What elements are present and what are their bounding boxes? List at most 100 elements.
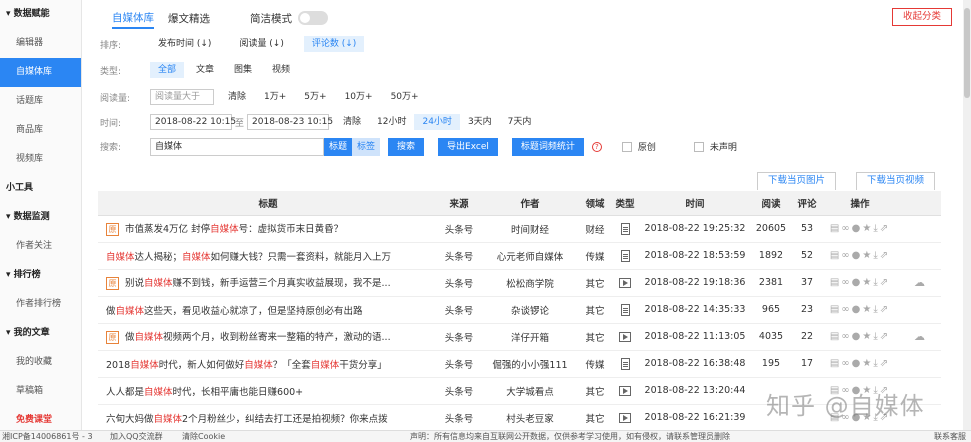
sort-option-1[interactable]: 阅读量 (↓): [231, 36, 291, 52]
type-option-3[interactable]: 视频: [264, 62, 298, 78]
cloud-download-icon[interactable]: [898, 215, 941, 243]
link-icon[interactable]: ∞: [841, 304, 851, 315]
star-icon[interactable]: ★: [862, 277, 873, 288]
author-cell[interactable]: 时间财经: [480, 215, 580, 243]
cloud-download-icon[interactable]: [898, 242, 941, 270]
settings-icon[interactable]: ●: [852, 277, 863, 288]
sidebar-item-4[interactable]: 商品库: [0, 116, 81, 145]
reads-option-1[interactable]: 1万+: [256, 89, 294, 105]
file-icon[interactable]: ▤: [830, 277, 841, 288]
time-end-input[interactable]: 2018-08-23 10:15: [247, 114, 333, 130]
author-cell[interactable]: 杂谈锣论: [480, 296, 580, 324]
link-icon[interactable]: ∞: [841, 277, 851, 288]
share-icon[interactable]: ⇗: [880, 223, 890, 234]
share-icon[interactable]: ⇗: [880, 331, 890, 342]
star-icon[interactable]: ★: [862, 331, 873, 342]
table-row[interactable]: 自媒体达人揭秘；自媒体如何赚大钱？只需一套资料，就能月入上万 头条号 心元老师自媒体…: [98, 242, 941, 270]
share-icon[interactable]: ⇗: [880, 358, 890, 369]
search-input[interactable]: 自媒体: [150, 137, 324, 156]
cloud-download-icon[interactable]: ☁: [898, 269, 941, 297]
time-option-4[interactable]: 7天内: [500, 114, 540, 130]
collapse-category-button[interactable]: 收起分类: [892, 8, 952, 26]
table-row[interactable]: 原市值蒸发4万亿 封停自媒体号：虚拟货币末日黄昏？ 头条号 时间财经 财经 2018-0…: [98, 215, 941, 243]
author-cell[interactable]: 村头老豆家: [480, 404, 580, 432]
download-videos-button[interactable]: 下载当页视频: [856, 172, 936, 190]
star-icon[interactable]: ★: [862, 250, 873, 261]
article-title[interactable]: 原做自媒体视频两个月，收到粉丝寄来一整箱的特产，激动的语...: [98, 323, 438, 351]
download-images-button[interactable]: 下载当页图片: [757, 172, 837, 190]
share-icon[interactable]: ⇗: [880, 304, 890, 315]
type-option-1[interactable]: 文章: [188, 62, 222, 78]
file-icon[interactable]: ▤: [830, 358, 841, 369]
footer-contact-link[interactable]: 联系客服: [934, 431, 966, 442]
file-icon[interactable]: ▤: [830, 250, 841, 261]
sidebar-item-2[interactable]: 自媒体库: [0, 58, 81, 87]
article-title[interactable]: 原别说自媒体赚不到钱，新手运营三个月真实收益展现，我不是...: [98, 269, 438, 297]
reads-input[interactable]: 阅读量大于: [150, 89, 214, 105]
sidebar-item-10[interactable]: 作者排行榜: [0, 290, 81, 319]
settings-icon[interactable]: ●: [852, 250, 863, 261]
file-icon[interactable]: ▤: [830, 304, 841, 315]
table-row[interactable]: 2018自媒体时代，新人如何做好自媒体？「全套自媒体干货分享」 头条号 倔强的小小强…: [98, 350, 941, 378]
settings-icon[interactable]: ●: [852, 223, 863, 234]
footer-clear-cookie-link[interactable]: 清除Cookie: [182, 431, 225, 442]
type-option-2[interactable]: 图集: [226, 62, 260, 78]
tab-hot-articles[interactable]: 爆文精选: [168, 9, 210, 28]
star-icon[interactable]: ★: [862, 358, 873, 369]
title-word-freq-button[interactable]: 标题词频统计: [511, 137, 584, 156]
sidebar-item-1[interactable]: 编辑器: [0, 29, 81, 58]
sidebar-item-9[interactable]: ▾ 排行榜: [0, 261, 81, 290]
share-icon[interactable]: ⇗: [880, 250, 890, 261]
cloud-download-icon[interactable]: [898, 350, 941, 378]
time-start-input[interactable]: 2018-08-22 10:15: [150, 114, 236, 130]
type-option-0[interactable]: 全部: [150, 62, 185, 78]
reads-option-2[interactable]: 5万+: [296, 89, 334, 105]
sidebar-item-12[interactable]: 我的收藏: [0, 348, 81, 377]
author-cell[interactable]: 松松商学院: [480, 269, 580, 297]
article-title[interactable]: 六旬大妈做自媒体2个月粉丝少，纠结去打工还是拍视频？你来点拨: [98, 404, 438, 432]
author-cell[interactable]: 心元老师自媒体: [480, 242, 580, 270]
time-option-2[interactable]: 24小时: [414, 114, 460, 130]
vertical-scrollbar[interactable]: [963, 0, 971, 430]
settings-icon[interactable]: ●: [852, 331, 863, 342]
tab-media-library[interactable]: 自媒体库: [112, 8, 154, 29]
search-mode-title[interactable]: 标题: [324, 137, 353, 156]
sidebar-item-8[interactable]: 作者关注: [0, 232, 81, 261]
search-button[interactable]: 搜索: [388, 137, 425, 156]
settings-icon[interactable]: ●: [852, 358, 863, 369]
link-icon[interactable]: ∞: [841, 223, 851, 234]
file-icon[interactable]: ▤: [830, 223, 841, 234]
scrollbar-thumb[interactable]: [964, 8, 970, 98]
article-title[interactable]: 2018自媒体时代，新人如何做好自媒体？「全套自媒体干货分享」: [98, 350, 438, 378]
link-icon[interactable]: ∞: [841, 331, 851, 342]
link-icon[interactable]: ∞: [841, 250, 851, 261]
cloud-download-icon[interactable]: ☁: [898, 323, 941, 351]
original-checkbox[interactable]: [621, 141, 632, 152]
footer-qq-group-link[interactable]: 加入QQ交流群: [110, 431, 163, 442]
sidebar-item-0[interactable]: ▾ 数据赋能: [0, 0, 81, 29]
link-icon[interactable]: ∞: [841, 358, 851, 369]
table-row[interactable]: 做自媒体这些天，看见收益心就凉了，但是坚持原创必有出路 头条号 杂谈锣论 其它 2018…: [98, 296, 941, 324]
share-icon[interactable]: ⇗: [880, 277, 890, 288]
search-mode-tag[interactable]: 标签: [352, 137, 381, 156]
cloud-download-icon[interactable]: [898, 296, 941, 324]
article-title[interactable]: 做自媒体这些天，看见收益心就凉了，但是坚持原创必有出路: [98, 296, 438, 324]
simple-mode-toggle[interactable]: [298, 11, 328, 25]
author-cell[interactable]: 大学城看点: [480, 377, 580, 405]
table-row[interactable]: 原别说自媒体赚不到钱，新手运营三个月真实收益展现，我不是... 头条号 松松商学院其…: [98, 269, 941, 297]
undeclared-checkbox[interactable]: [693, 141, 704, 152]
sidebar-item-11[interactable]: ▾ 我的文章: [0, 319, 81, 348]
article-title[interactable]: 人人都是自媒体时代，长相平庸也能日赚600+: [98, 377, 438, 405]
reads-option-0[interactable]: 清除: [220, 89, 254, 105]
file-icon[interactable]: ▤: [830, 331, 841, 342]
settings-icon[interactable]: ●: [852, 304, 863, 315]
time-option-3[interactable]: 3天内: [460, 114, 500, 130]
sidebar-item-6[interactable]: 小工具: [0, 174, 81, 203]
time-option-1[interactable]: 12小时: [369, 114, 414, 130]
sidebar-item-13[interactable]: 草稿箱: [0, 377, 81, 406]
sort-option-2[interactable]: 评论数 (↓): [303, 36, 365, 52]
sidebar-item-5[interactable]: 视频库: [0, 145, 81, 174]
export-excel-button[interactable]: 导出Excel: [438, 137, 498, 156]
sort-option-0[interactable]: 发布时间 (↓): [150, 36, 219, 52]
star-icon[interactable]: ★: [862, 223, 873, 234]
